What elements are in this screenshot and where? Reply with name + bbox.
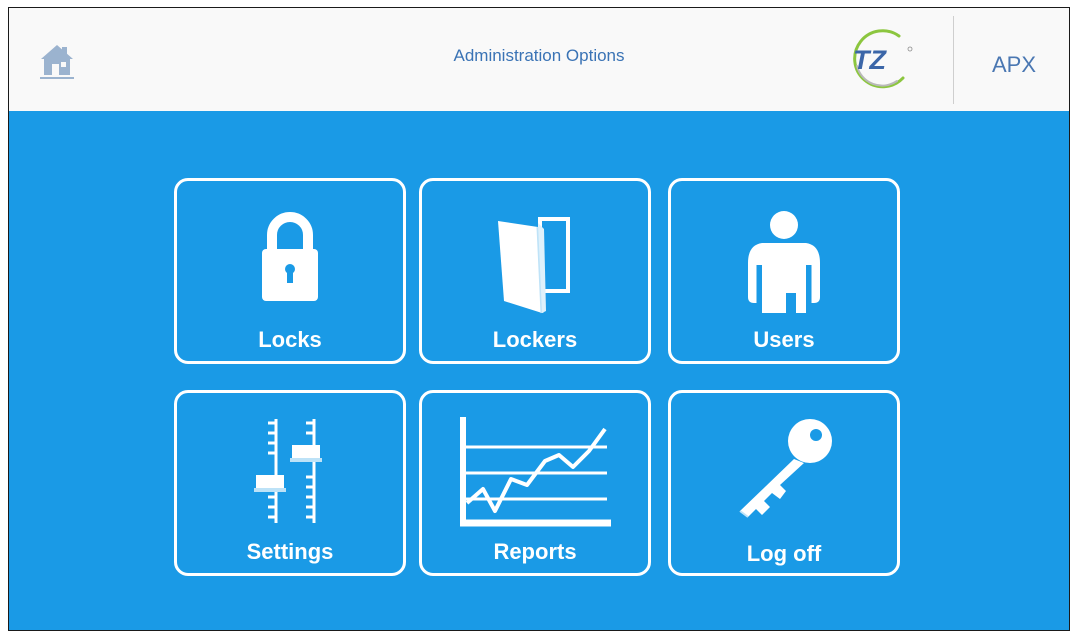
header-bar: Administration Options TZ APX	[9, 8, 1069, 111]
sliders-icon	[254, 419, 322, 523]
logoff-label: Log off	[746, 541, 822, 566]
logoff-button[interactable]: Log off	[668, 390, 900, 576]
lockers-button[interactable]: Lockers	[419, 178, 651, 364]
locker-icon	[498, 217, 570, 314]
lockers-label: Lockers	[492, 327, 578, 352]
user-icon	[748, 211, 820, 313]
locks-label: Locks	[258, 327, 322, 352]
users-label: Users	[753, 327, 815, 352]
locks-button[interactable]: Locks	[174, 178, 406, 364]
padlock-icon	[262, 212, 318, 301]
header-divider	[953, 16, 954, 104]
users-button[interactable]: Users	[668, 178, 900, 364]
reports-label: Reports	[493, 539, 577, 564]
product-name: APX	[991, 52, 1037, 77]
key-icon	[739, 419, 832, 518]
settings-button[interactable]: Settings	[174, 390, 406, 576]
tz-logo: TZ	[853, 29, 913, 89]
admin-options-screen: Administration Options TZ APX Locks Lock…	[8, 7, 1070, 631]
settings-label: Settings	[246, 539, 334, 564]
reports-button[interactable]: Reports	[419, 390, 651, 576]
tz-logo-text: TZ	[853, 45, 887, 75]
line-chart-icon	[460, 417, 611, 527]
